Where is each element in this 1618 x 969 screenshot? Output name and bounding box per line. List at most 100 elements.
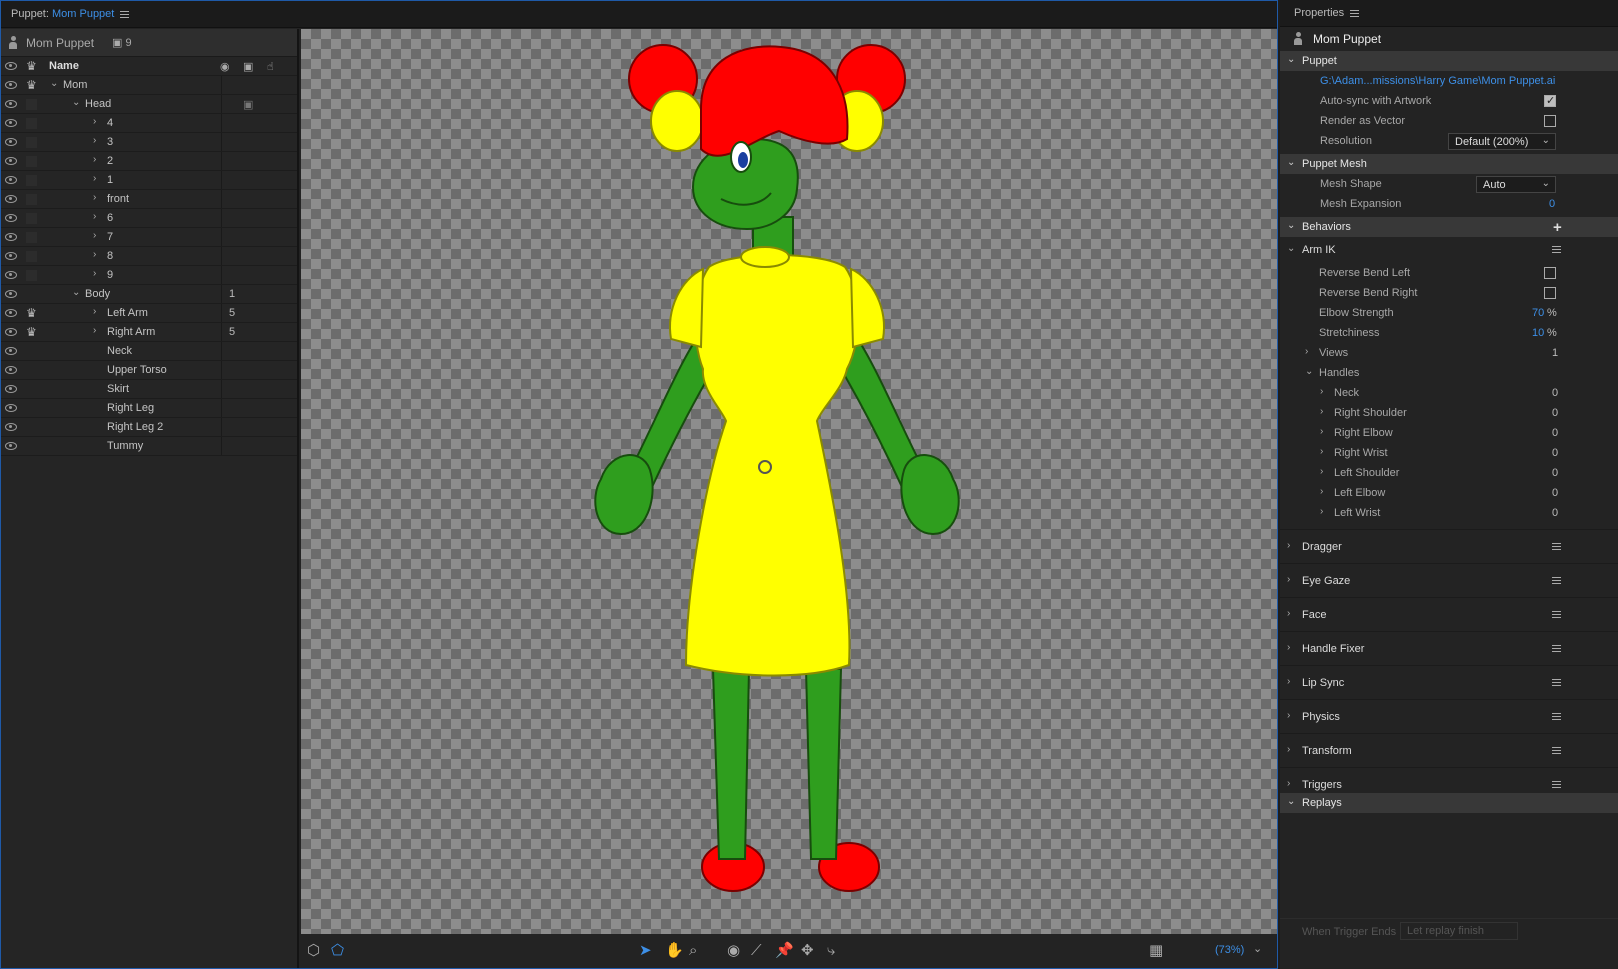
layer-swatch[interactable]	[26, 137, 37, 148]
behavior-lip-sync[interactable]: › Lip Sync	[1280, 665, 1618, 699]
eye-icon[interactable]	[5, 385, 17, 393]
puppet-artwork[interactable]	[301, 29, 1277, 934]
handle-row-right-elbow[interactable]: › Right Elbow 0	[1280, 423, 1618, 443]
reverse-bend-left-checkbox[interactable]	[1544, 267, 1556, 279]
outline-icon[interactable]: ⬠	[331, 942, 344, 960]
handle-row-left-wrist[interactable]: › Left Wrist 0	[1280, 503, 1618, 523]
layer-row-head[interactable]: ⌄ Head ▣	[1, 95, 297, 114]
transparency-grid-icon[interactable]: ▦	[1149, 942, 1163, 960]
behavior-face[interactable]: › Face	[1280, 597, 1618, 631]
behavior-menu-icon[interactable]	[1552, 679, 1561, 686]
eye-icon[interactable]	[5, 119, 17, 127]
independent-icon[interactable]: ▣	[243, 60, 253, 73]
layer-row-tummy[interactable]: Tummy	[1, 437, 297, 456]
eye-icon[interactable]	[5, 328, 17, 336]
zoom-level[interactable]: (73%)	[1215, 944, 1244, 956]
section-behaviors[interactable]: ⌄ Behaviors +	[1280, 217, 1618, 237]
add-behavior-icon[interactable]: +	[1553, 219, 1562, 236]
eye-icon[interactable]	[5, 442, 17, 450]
arm-ik-header[interactable]: ⌄ Arm IK	[1280, 237, 1618, 263]
chevron-right-icon[interactable]: ›	[1287, 676, 1290, 687]
behavior-dragger[interactable]: › Dragger	[1280, 529, 1618, 563]
chevron-right-icon[interactable]: ›	[1320, 446, 1323, 457]
handle-row-left-elbow[interactable]: › Left Elbow 0	[1280, 483, 1618, 503]
layer-row-body[interactable]: ⌄ Body 1	[1, 285, 297, 304]
tag-icon[interactable]: ☝	[267, 60, 274, 73]
layer-swatch[interactable]	[26, 232, 37, 243]
panel-menu-icon[interactable]	[1350, 9, 1360, 17]
hand-tool-icon[interactable]: ✋	[665, 942, 684, 960]
behavior-menu-icon[interactable]	[1552, 577, 1561, 584]
layer-row-2[interactable]: › 2	[1, 152, 297, 171]
chevron-right-icon[interactable]: ›	[93, 135, 96, 146]
layer-row-7[interactable]: › 7	[1, 228, 297, 247]
pin-tool-icon[interactable]: 📌	[775, 942, 794, 960]
chevron-down-icon[interactable]: ⌄	[1287, 796, 1295, 807]
chevron-down-icon[interactable]: ⌄	[1287, 54, 1295, 65]
crown-icon[interactable]: ♛	[26, 326, 37, 338]
stretchiness-value[interactable]: 10	[1532, 327, 1544, 339]
chevron-right-icon[interactable]: ›	[1320, 506, 1323, 517]
layer-swatch[interactable]	[26, 251, 37, 262]
layer-row-front[interactable]: › front	[1, 190, 297, 209]
chevron-right-icon[interactable]: ›	[1287, 710, 1290, 721]
chevron-right-icon[interactable]: ›	[1320, 386, 1323, 397]
eye-icon[interactable]	[5, 404, 17, 412]
chevron-right-icon[interactable]: ›	[1320, 406, 1323, 417]
eye-icon[interactable]	[5, 62, 17, 70]
chevron-right-icon[interactable]: ›	[1320, 426, 1323, 437]
dragger-tool-icon[interactable]: ⤷	[827, 942, 835, 960]
layer-row-4[interactable]: › 4	[1, 114, 297, 133]
behavior-menu-icon[interactable]	[1552, 543, 1561, 550]
crown-icon[interactable]: ♛	[26, 79, 37, 91]
resolution-select[interactable]: Default (200%) ⌄	[1448, 133, 1556, 150]
panel-menu-icon[interactable]	[120, 10, 130, 18]
chevron-right-icon[interactable]: ›	[93, 173, 96, 184]
layer-row-left-arm[interactable]: ♛ › Left Arm 5	[1, 304, 297, 323]
layer-row-right-leg[interactable]: Right Leg	[1, 399, 297, 418]
handle-row-right-shoulder[interactable]: › Right Shoulder 0	[1280, 403, 1618, 423]
crown-icon[interactable]: ♛	[26, 60, 37, 72]
behavior-menu-icon[interactable]	[1552, 747, 1561, 754]
chevron-right-icon[interactable]: ›	[93, 325, 96, 336]
independent-icon[interactable]: ▣	[243, 98, 253, 111]
chevron-right-icon[interactable]: ›	[93, 268, 96, 279]
chevron-right-icon[interactable]: ›	[93, 306, 96, 317]
select-tool-icon[interactable]: ➤	[639, 942, 652, 960]
views-row[interactable]: › Views 1	[1280, 343, 1618, 363]
behavior-menu-icon[interactable]	[1552, 246, 1561, 253]
eye-icon[interactable]	[5, 423, 17, 431]
behavior-physics[interactable]: › Physics	[1280, 699, 1618, 733]
chevron-right-icon[interactable]: ›	[93, 211, 96, 222]
zoom-dropdown-chevron-icon[interactable]: ⌄	[1253, 942, 1262, 955]
layer-swatch[interactable]	[26, 156, 37, 167]
layer-row-right-leg-2[interactable]: Right Leg 2	[1, 418, 297, 437]
layer-row-6[interactable]: › 6	[1, 209, 297, 228]
chevron-right-icon[interactable]: ›	[93, 154, 96, 165]
chevron-right-icon[interactable]: ›	[1320, 466, 1323, 477]
origin-tool-icon[interactable]: ◉	[727, 942, 740, 960]
chevron-down-icon[interactable]: ⌄	[72, 97, 80, 108]
eye-icon[interactable]	[5, 100, 17, 108]
handle-row-right-wrist[interactable]: › Right Wrist 0	[1280, 443, 1618, 463]
chevron-down-icon[interactable]: ⌄	[1287, 243, 1295, 254]
chevron-down-icon[interactable]: ⌄	[50, 78, 58, 89]
eye-icon[interactable]	[5, 290, 17, 298]
behavior-eye-gaze[interactable]: › Eye Gaze	[1280, 563, 1618, 597]
behavior-transform[interactable]: › Transform	[1280, 733, 1618, 767]
chevron-right-icon[interactable]: ›	[93, 116, 96, 127]
title-puppet-name[interactable]: Mom Puppet	[52, 8, 114, 20]
behavior-menu-icon[interactable]	[1552, 781, 1561, 788]
behavior-menu-icon[interactable]	[1552, 645, 1561, 652]
eye-icon[interactable]	[5, 176, 17, 184]
reverse-bend-right-checkbox[interactable]	[1544, 287, 1556, 299]
chevron-right-icon[interactable]: ›	[1287, 778, 1290, 789]
handle-row-left-shoulder[interactable]: › Left Shoulder 0	[1280, 463, 1618, 483]
eye-icon[interactable]	[5, 157, 17, 165]
chevron-down-icon[interactable]: ⌄	[1287, 157, 1295, 168]
chevron-right-icon[interactable]: ›	[1287, 744, 1290, 755]
layer-row-3[interactable]: › 3	[1, 133, 297, 152]
eye-icon[interactable]	[5, 81, 17, 89]
chevron-right-icon[interactable]: ›	[1287, 540, 1290, 551]
chevron-right-icon[interactable]: ›	[1320, 486, 1323, 497]
